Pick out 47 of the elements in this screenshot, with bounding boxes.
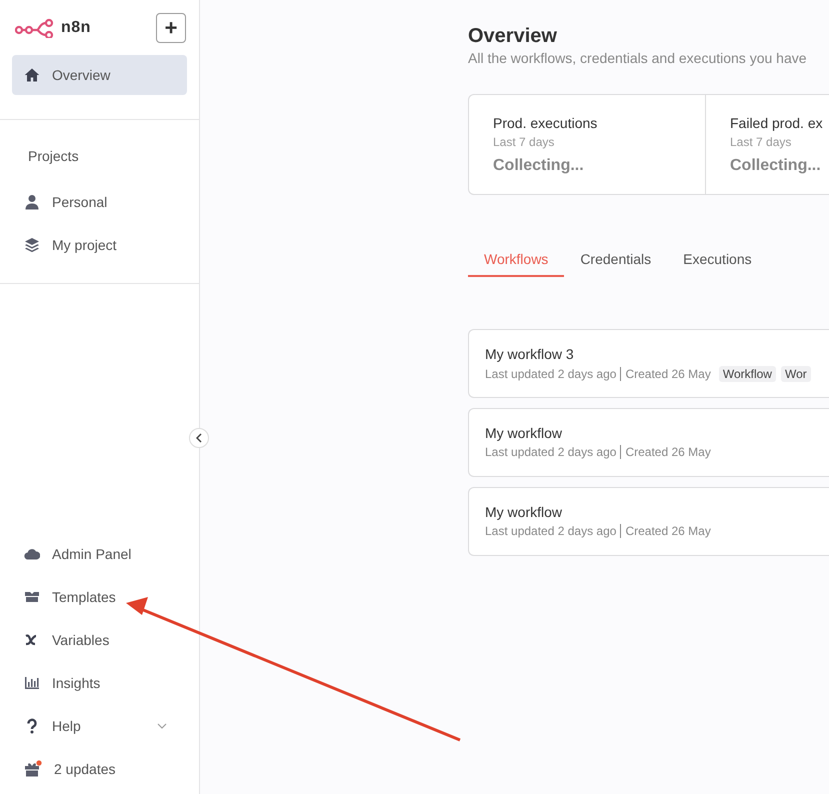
workflow-name: My workflow 3 xyxy=(485,346,575,362)
created-date-text: Created 26 May xyxy=(625,524,711,538)
sidebar-item[interactable]: Variables xyxy=(12,620,187,660)
tab[interactable]: Credentials xyxy=(564,249,668,277)
gift-icon xyxy=(24,760,42,778)
sidebar-item[interactable]: 2 updates xyxy=(12,749,187,789)
sidebar-item[interactable]: My project xyxy=(12,225,187,265)
stat-period: Last 7 days xyxy=(493,135,556,149)
user-icon xyxy=(24,194,40,210)
box-icon xyxy=(24,589,40,605)
bar-chart-icon xyxy=(24,675,40,691)
workflow-name: My workflow xyxy=(485,425,564,441)
sidebar-item[interactable]: Overview xyxy=(12,55,187,95)
workflow-tag[interactable]: Wor xyxy=(780,366,811,382)
workflow-name: My workflow xyxy=(485,504,564,520)
created-date-text: Created 26 May xyxy=(625,367,711,381)
workflow-card[interactable]: My workflow Last updated 2 days ago Created 26 May xyxy=(468,408,829,477)
sidebar-item[interactable]: Personal xyxy=(12,182,187,222)
last-updated-text: Last updated 2 days ago xyxy=(485,445,616,459)
cloud-icon xyxy=(24,546,40,562)
stat-value: Collecting... xyxy=(730,157,822,175)
collapse-button[interactable] xyxy=(189,428,209,448)
add-button[interactable]: + xyxy=(156,13,186,43)
sidebar-item[interactable]: Help xyxy=(12,706,187,746)
layers-icon xyxy=(24,237,40,253)
stat-title: Failed prod. ex xyxy=(730,115,824,131)
sidebar-item[interactable]: Admin Panel xyxy=(12,534,187,574)
stat-value: Collecting... xyxy=(493,157,585,175)
projects-heading: Projects xyxy=(27,147,80,166)
created-date-text: Created 26 May xyxy=(625,445,711,459)
logo-text: n8n xyxy=(61,19,92,37)
page-title: Overview xyxy=(468,25,558,48)
logo-icon xyxy=(15,18,55,38)
chevron-left-icon xyxy=(196,433,202,443)
last-updated-text: Last updated 2 days ago xyxy=(485,524,616,538)
page-subtitle: All the workflows, credentials and executions you have xyxy=(468,50,808,66)
workflow-card[interactable]: My workflow 3 Last updated 2 days ago Created 26 May Workflow Wor xyxy=(468,329,829,398)
sidebar-item[interactable]: Templates xyxy=(12,577,187,617)
last-updated-text: Last updated 2 days ago xyxy=(485,367,616,381)
stat-title: Prod. executions xyxy=(493,115,598,131)
chevron-down-icon xyxy=(157,723,167,729)
stat-period: Last 7 days xyxy=(730,135,792,149)
workflow-card[interactable]: My workflow Last updated 2 days ago Created 26 May xyxy=(468,487,829,556)
home-icon xyxy=(24,67,40,83)
sidebar-item[interactable]: Insights xyxy=(12,663,187,703)
workflow-tag[interactable]: Workflow xyxy=(718,366,776,382)
tab[interactable]: Executions xyxy=(667,249,768,277)
